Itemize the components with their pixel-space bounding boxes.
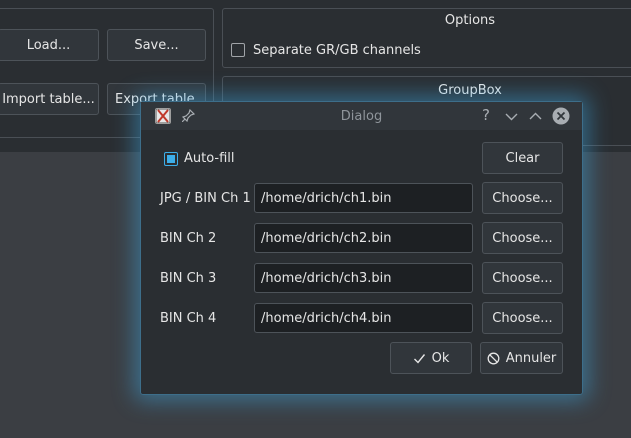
choose-ch1-button[interactable]: Choose... — [482, 182, 563, 214]
import-table-button[interactable]: Import table... — [0, 83, 99, 115]
load-button[interactable]: Load... — [0, 29, 99, 61]
dialog-titlebar[interactable]: Dialog ? — [141, 102, 582, 130]
maximize-icon[interactable] — [529, 110, 542, 126]
cancel-button[interactable]: Annuler — [480, 342, 563, 374]
help-icon[interactable]: ? — [482, 108, 490, 123]
ch2-path-input[interactable]: /home/drich/ch2.bin — [254, 223, 473, 253]
minimize-icon[interactable] — [505, 110, 518, 126]
ch1-path-input[interactable]: /home/drich/ch1.bin — [254, 183, 473, 213]
autofill-label: Auto-fill — [184, 151, 235, 166]
cancel-label: Annuler — [505, 350, 557, 366]
row-4-label: BIN Ch 4 — [160, 311, 217, 326]
save-button[interactable]: Save... — [107, 29, 206, 61]
choose-ch4-button[interactable]: Choose... — [482, 302, 563, 334]
ok-label: Ok — [431, 350, 450, 366]
ok-button[interactable]: Ok — [390, 342, 472, 374]
row-1-label: JPG / BIN Ch 1 — [160, 191, 251, 206]
groupbox-title: GroupBox — [438, 83, 502, 98]
check-icon — [413, 352, 426, 365]
choose-ch2-button[interactable]: Choose... — [482, 222, 563, 254]
ch3-path-input[interactable]: /home/drich/ch3.bin — [254, 263, 473, 293]
close-icon[interactable] — [552, 107, 570, 128]
row-3-label: BIN Ch 3 — [160, 271, 217, 286]
cancel-icon — [487, 352, 500, 365]
separate-channels-checkbox[interactable] — [231, 43, 245, 57]
choose-ch3-button[interactable]: Choose... — [482, 262, 563, 294]
ch4-path-input[interactable]: /home/drich/ch4.bin — [254, 303, 473, 333]
options-title: Options — [444, 13, 496, 28]
separate-channels-label: Separate GR/GB channels — [253, 43, 421, 58]
row-2-label: BIN Ch 2 — [160, 231, 217, 246]
clear-button[interactable]: Clear — [482, 142, 563, 174]
autofill-checkbox[interactable] — [164, 152, 178, 166]
dialog-window: Dialog ? Auto-fill Clear JPG / BIN Ch 1 … — [140, 101, 583, 395]
